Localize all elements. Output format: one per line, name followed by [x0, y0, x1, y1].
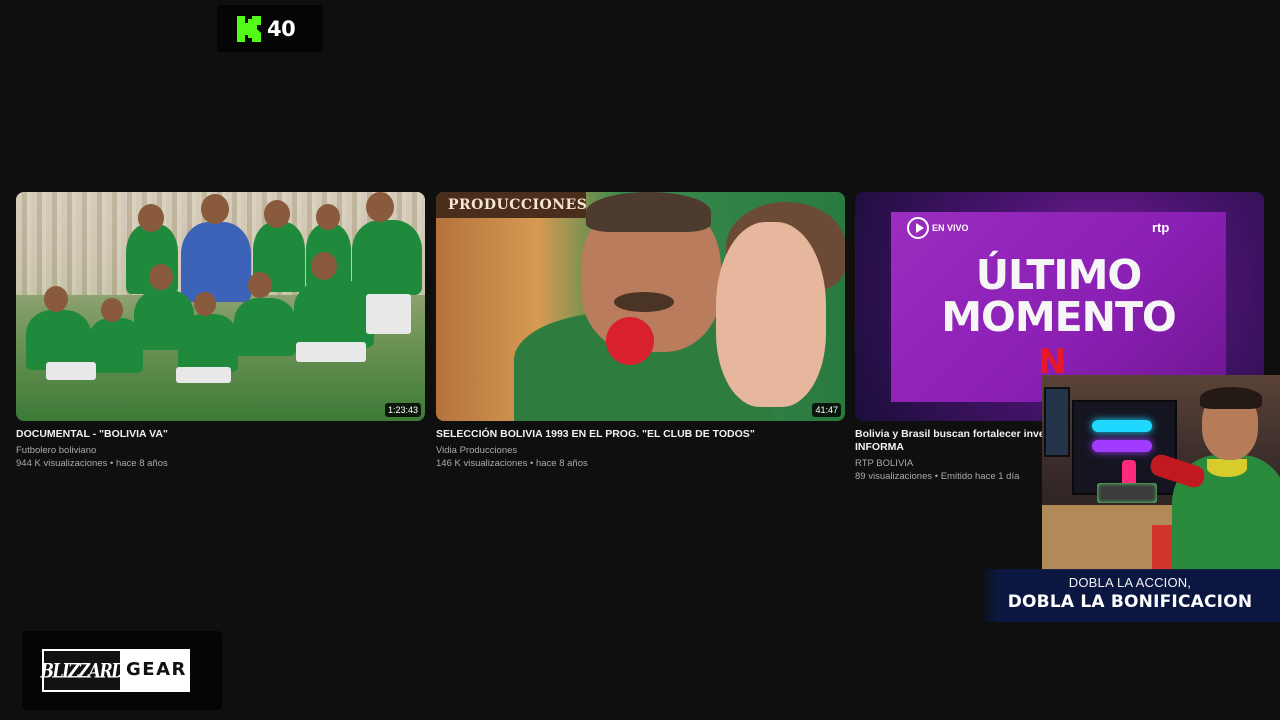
gear-label: GEAR: [126, 659, 187, 680]
video-thumbnail[interactable]: 1:23:43: [16, 192, 425, 421]
thumbnail-banner-text: PRODUCCIONES: [448, 197, 588, 213]
microphone-icon: [606, 317, 654, 365]
viewer-count: 40: [267, 16, 296, 41]
video-meta: 146 K visualizaciones • hace 8 años: [436, 458, 588, 469]
streamer-webcam: [1042, 375, 1280, 570]
blizzard-logo: BLIZZARD: [40, 651, 125, 690]
video-thumbnail[interactable]: PRODUCCIONES 41:47: [436, 192, 845, 421]
promo-banner: DOBLA LA ACCION, DOBLA LA BONIFICACION: [980, 569, 1280, 622]
promo-line-1: DOBLA LA ACCION,: [1068, 575, 1192, 590]
rtp-logo: rtp: [1152, 220, 1170, 235]
channel-name[interactable]: Futbolero boliviano: [16, 444, 425, 457]
kick-viewer-badge: 40: [217, 5, 323, 52]
play-icon: [907, 217, 929, 239]
video-card[interactable]: PRODUCCIONES 41:47 SELECCIÓN BOLIVIA 199…: [436, 192, 845, 470]
video-card[interactable]: 1:23:43 DOCUMENTAL - "BOLIVIA VA" Futbol…: [16, 192, 425, 470]
blizzard-gear-ad[interactable]: BLIZZARD GEAR: [22, 631, 222, 710]
promo-line-2: DOBLA LA BONIFICACION: [1007, 592, 1253, 612]
video-title[interactable]: DOCUMENTAL - "BOLIVIA VA": [16, 428, 425, 441]
channel-name[interactable]: Vidia Producciones: [436, 444, 845, 457]
video-duration: 41:47: [812, 403, 841, 417]
live-badge: EN VIVO: [907, 217, 969, 239]
video-meta: 944 K visualizaciones • hace 8 años: [16, 458, 168, 469]
page: 40 1:23:43 DOCUMENTAL - "BOLIVIA VA" Fut…: [0, 0, 1280, 720]
kick-logo-icon: [237, 15, 261, 42]
video-title[interactable]: SELECCIÓN BOLIVIA 1993 EN EL PROG. "EL C…: [436, 428, 845, 441]
thumbnail-headline: ÚLTIMO MOMENTO: [941, 251, 1177, 341]
video-duration: 1:23:43: [384, 403, 421, 417]
